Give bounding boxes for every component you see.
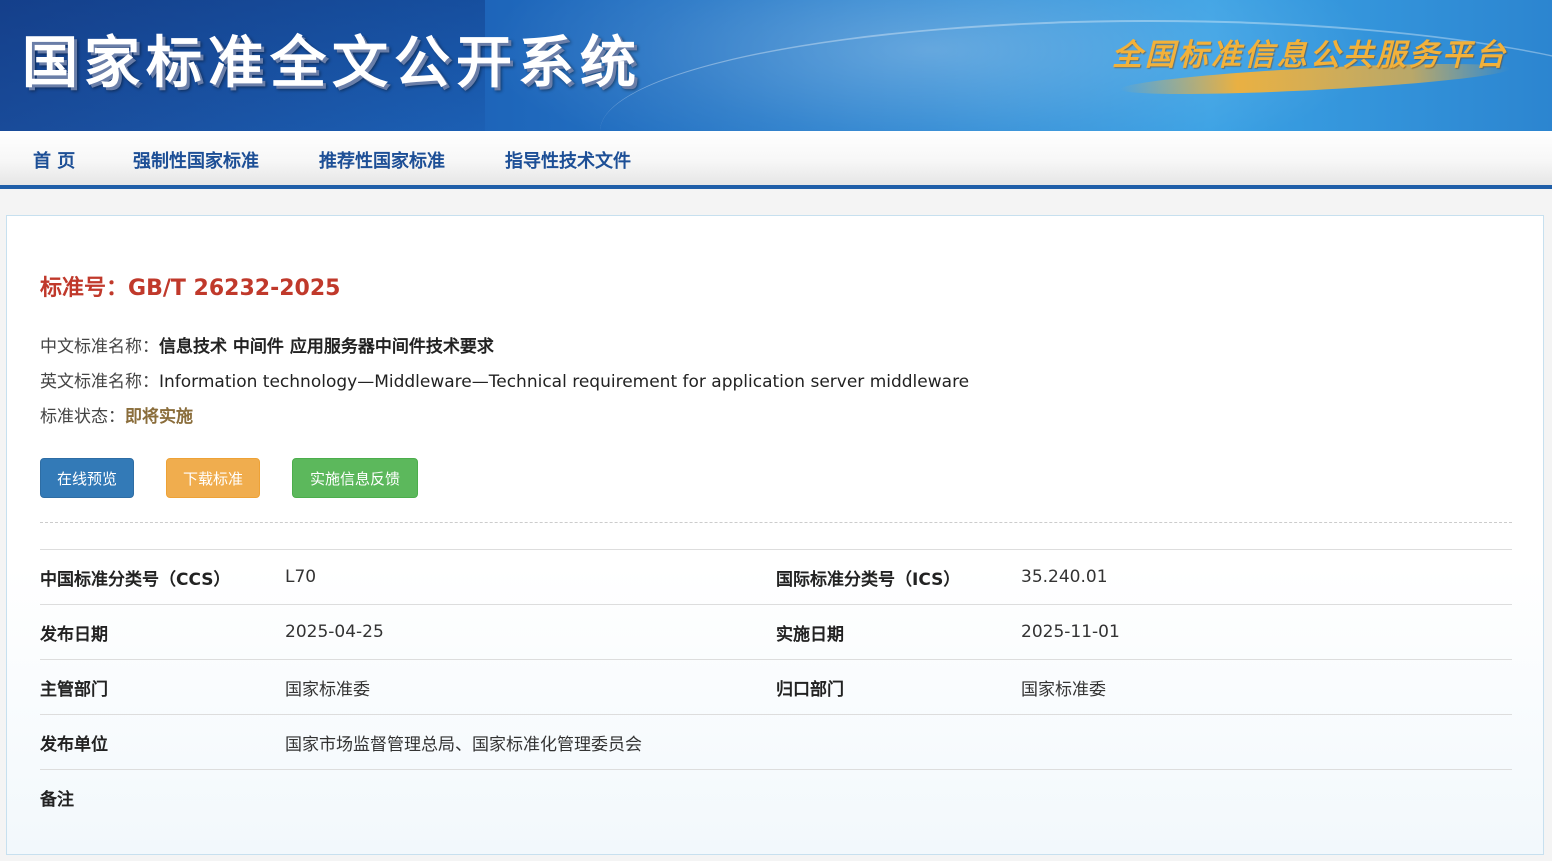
table-row: 备注 <box>40 770 1512 825</box>
nav-home[interactable]: 首 页 <box>33 147 75 173</box>
ccs-value: L70 <box>285 550 776 605</box>
implementation-feedback-button[interactable]: 实施信息反馈 <box>292 458 418 498</box>
english-name: Information technology—Middleware—Techni… <box>159 372 969 392</box>
english-name-row: 英文标准名称：Information technology—Middleware… <box>40 367 969 392</box>
standard-number-heading: 标准号：GB/T 26232-2025 <box>40 270 340 302</box>
nav-guidance-documents[interactable]: 指导性技术文件 <box>505 147 631 173</box>
ics-label: 国际标准分类号（ICS） <box>776 550 1021 605</box>
implement-date-label: 实施日期 <box>776 605 1021 660</box>
remark-value <box>285 770 1512 825</box>
publish-date-label: 发布日期 <box>40 605 285 660</box>
implement-date-value: 2025-11-01 <box>1021 605 1512 660</box>
technical-owner-label: 归口部门 <box>776 660 1021 715</box>
status-label: 标准状态： <box>40 407 125 427</box>
remark-label: 备注 <box>40 770 285 825</box>
competent-dept-value: 国家标准委 <box>285 660 776 715</box>
publisher-label: 发布单位 <box>40 715 285 770</box>
chinese-name: 信息技术 中间件 应用服务器中间件技术要求 <box>159 337 494 357</box>
standard-detail-panel: 标准号：GB/T 26232-2025 中文标准名称：信息技术 中间件 应用服务… <box>6 215 1544 855</box>
online-preview-button[interactable]: 在线预览 <box>40 458 134 498</box>
publish-date-value: 2025-04-25 <box>285 605 776 660</box>
table-row: 发布日期 2025-04-25 实施日期 2025-11-01 <box>40 605 1512 660</box>
nav-mandatory-standards[interactable]: 强制性国家标准 <box>133 147 259 173</box>
ics-value: 35.240.01 <box>1021 550 1512 605</box>
table-row: 主管部门 国家标准委 归口部门 国家标准委 <box>40 660 1512 715</box>
status-badge: 即将实施 <box>125 407 193 427</box>
technical-owner-value: 国家标准委 <box>1021 660 1512 715</box>
section-divider <box>40 522 1512 523</box>
standard-details-table: 中国标准分类号（CCS） L70 国际标准分类号（ICS） 35.240.01 … <box>40 549 1512 824</box>
main-nav: 首 页 强制性国家标准 推荐性国家标准 指导性技术文件 <box>0 131 1552 189</box>
nav-recommended-standards[interactable]: 推荐性国家标准 <box>319 147 445 173</box>
standard-number: GB/T 26232-2025 <box>128 276 340 301</box>
header-banner: 国家标准全文公开系统 全国标准信息公共服务平台 <box>0 0 1552 131</box>
competent-dept-label: 主管部门 <box>40 660 285 715</box>
download-standard-button[interactable]: 下载标准 <box>166 458 260 498</box>
standard-number-label: 标准号： <box>40 276 128 301</box>
table-row: 发布单位 国家市场监督管理总局、国家标准化管理委员会 <box>40 715 1512 770</box>
publisher-value: 国家市场监督管理总局、国家标准化管理委员会 <box>285 715 1512 770</box>
table-row: 中国标准分类号（CCS） L70 国际标准分类号（ICS） 35.240.01 <box>40 550 1512 605</box>
site-title: 国家标准全文公开系统 <box>22 18 642 99</box>
chinese-name-row: 中文标准名称：信息技术 中间件 应用服务器中间件技术要求 <box>40 332 494 357</box>
status-row: 标准状态：即将实施 <box>40 402 193 427</box>
platform-logo-text: 全国标准信息公共服务平台 <box>1112 30 1508 74</box>
english-name-label: 英文标准名称： <box>40 372 159 392</box>
chinese-name-label: 中文标准名称： <box>40 337 159 357</box>
ccs-label: 中国标准分类号（CCS） <box>40 550 285 605</box>
